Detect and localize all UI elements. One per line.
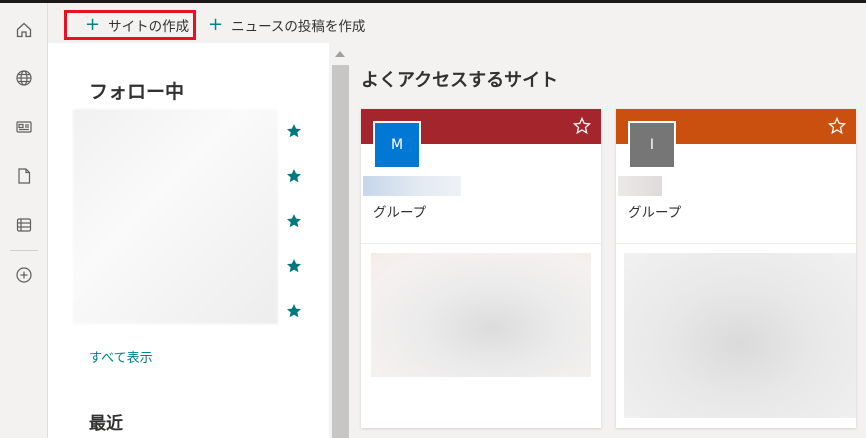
- star-filled-icon[interactable]: [286, 258, 302, 274]
- followed-sites-list[interactable]: [73, 109, 278, 324]
- site-name-redacted[interactable]: [618, 176, 662, 196]
- rail-separator: [10, 250, 38, 251]
- card-divider: [361, 243, 601, 244]
- following-title: フォロー中: [89, 81, 185, 103]
- frequent-sites-title: よくアクセスするサイト: [361, 70, 559, 91]
- star-outline-icon[interactable]: [828, 117, 846, 135]
- following-panel: フォロー中 すべて表示 最近: [48, 43, 329, 438]
- rail-lists-button[interactable]: [0, 205, 48, 245]
- rail-home-button[interactable]: [0, 10, 48, 50]
- create-site-label: サイトの作成: [108, 19, 190, 35]
- add-circle-icon: [16, 267, 32, 283]
- site-logo: I: [628, 121, 676, 169]
- site-type-label: グループ: [628, 205, 682, 221]
- site-card[interactable]: M グループ: [361, 109, 601, 428]
- see-all-link[interactable]: すべて表示: [89, 347, 153, 366]
- rail-files-button[interactable]: [0, 156, 48, 196]
- site-card[interactable]: I グループ: [616, 109, 856, 428]
- site-activity-thumbnail[interactable]: [371, 253, 591, 377]
- create-site-button[interactable]: + サイトの作成: [64, 10, 196, 40]
- scrollbar[interactable]: [329, 43, 351, 438]
- scrollbar-thumb[interactable]: [332, 65, 349, 438]
- site-type-label: グループ: [373, 205, 427, 221]
- rail-news-button[interactable]: [0, 107, 48, 147]
- create-news-post-label: ニュースの投稿を作成: [231, 19, 366, 35]
- rail-sites-button[interactable]: [0, 58, 48, 98]
- star-filled-icon[interactable]: [286, 168, 302, 184]
- command-bar: + サイトの作成 + ニュースの投稿を作成: [48, 3, 866, 43]
- star-outline-icon[interactable]: [573, 117, 591, 135]
- rail-create-button[interactable]: [0, 255, 48, 295]
- card-divider: [616, 243, 856, 244]
- app-rail: [0, 3, 48, 438]
- plus-icon: +: [85, 14, 101, 35]
- news-icon: [16, 121, 32, 133]
- star-filled-icon[interactable]: [286, 303, 302, 319]
- home-icon: [16, 22, 32, 38]
- plus-icon: +: [208, 14, 224, 35]
- site-activity-thumbnail[interactable]: [624, 253, 856, 418]
- globe-icon: [16, 70, 32, 86]
- star-filled-icon[interactable]: [286, 213, 302, 229]
- create-news-post-button[interactable]: + ニュースの投稿を作成: [206, 10, 365, 40]
- scroll-up-arrow-icon[interactable]: [335, 51, 345, 57]
- site-name-redacted[interactable]: [363, 176, 461, 196]
- list-icon: [16, 218, 32, 232]
- recent-title: 最近: [89, 414, 123, 434]
- document-icon: [18, 168, 31, 184]
- site-logo: M: [373, 121, 421, 169]
- star-filled-icon[interactable]: [286, 123, 302, 139]
